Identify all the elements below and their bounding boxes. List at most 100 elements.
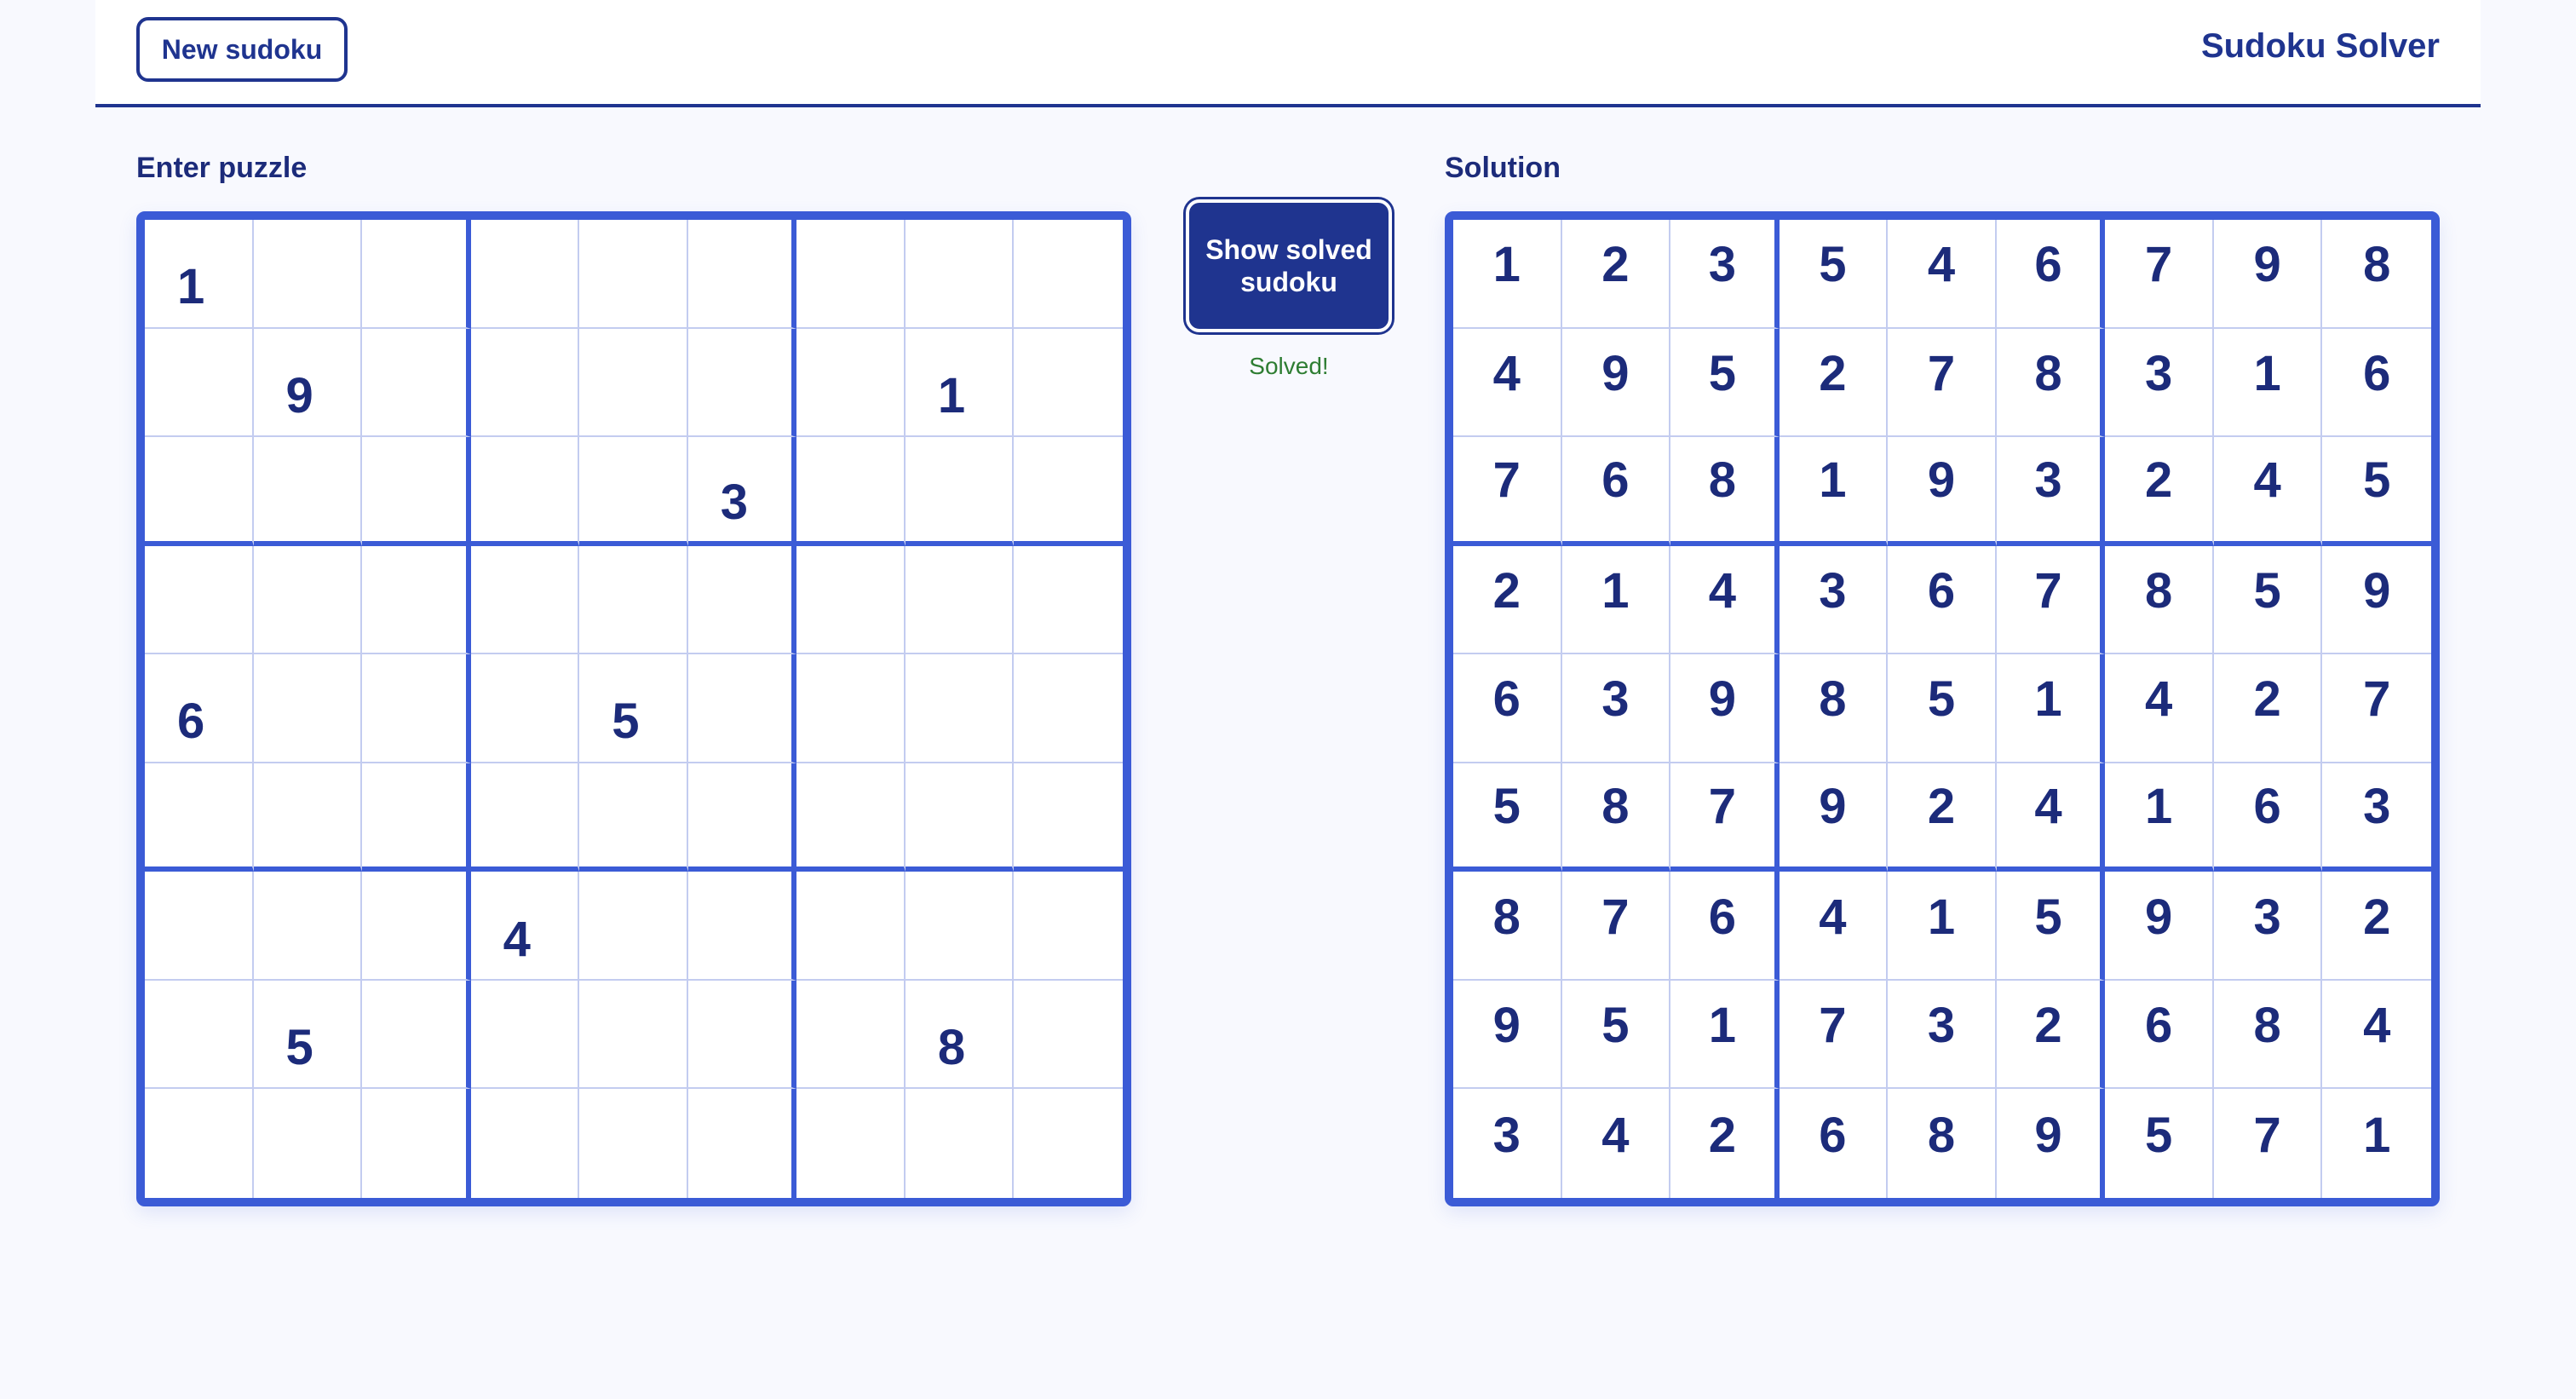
puzzle-cell[interactable]	[145, 980, 254, 1090]
puzzle-cell-input[interactable]	[796, 545, 904, 653]
puzzle-cell[interactable]	[905, 1089, 1015, 1198]
puzzle-cell-input[interactable]	[579, 220, 687, 327]
puzzle-cell-input[interactable]	[145, 328, 252, 436]
puzzle-cell[interactable]	[253, 763, 363, 872]
puzzle-cell[interactable]	[796, 872, 906, 981]
puzzle-cell[interactable]	[905, 437, 1015, 546]
puzzle-cell[interactable]	[579, 437, 688, 546]
puzzle-cell[interactable]	[362, 328, 471, 438]
puzzle-cell-input[interactable]	[687, 980, 792, 1088]
puzzle-cell[interactable]	[796, 328, 906, 438]
puzzle-cell-input[interactable]	[470, 654, 578, 762]
puzzle-cell[interactable]	[1014, 545, 1123, 655]
puzzle-cell[interactable]	[1014, 980, 1123, 1090]
puzzle-cell[interactable]	[145, 654, 254, 763]
puzzle-cell-input[interactable]	[796, 328, 904, 436]
puzzle-cell[interactable]	[905, 980, 1015, 1090]
puzzle-cell-input[interactable]	[905, 1089, 1013, 1198]
puzzle-cell-input[interactable]	[145, 654, 252, 762]
puzzle-cell-input[interactable]	[796, 437, 904, 541]
puzzle-cell-input[interactable]	[905, 980, 1013, 1088]
puzzle-cell[interactable]	[362, 980, 471, 1090]
puzzle-cell-input[interactable]	[687, 654, 792, 762]
puzzle-cell-input[interactable]	[1014, 872, 1123, 979]
puzzle-cell[interactable]	[1014, 437, 1123, 546]
puzzle-cell-input[interactable]	[145, 872, 252, 979]
puzzle-cell[interactable]	[796, 980, 906, 1090]
puzzle-cell[interactable]	[253, 545, 363, 655]
puzzle-cell-input[interactable]	[362, 328, 466, 436]
puzzle-cell-input[interactable]	[687, 437, 792, 541]
puzzle-cell[interactable]	[687, 328, 797, 438]
puzzle-cell[interactable]	[1014, 763, 1123, 872]
puzzle-cell-input[interactable]	[687, 220, 792, 327]
puzzle-cell-input[interactable]	[579, 1089, 687, 1198]
puzzle-cell-input[interactable]	[687, 1089, 792, 1198]
puzzle-cell-input[interactable]	[579, 763, 687, 867]
puzzle-cell-input[interactable]	[905, 545, 1013, 653]
puzzle-cell[interactable]	[687, 545, 797, 655]
puzzle-cell-input[interactable]	[470, 328, 578, 436]
puzzle-cell-input[interactable]	[145, 220, 252, 327]
puzzle-cell-input[interactable]	[253, 328, 361, 436]
puzzle-cell[interactable]	[362, 220, 471, 329]
puzzle-cell-input[interactable]	[362, 980, 466, 1088]
puzzle-cell[interactable]	[579, 980, 688, 1090]
puzzle-cell-input[interactable]	[253, 545, 361, 653]
puzzle-cell[interactable]	[687, 980, 797, 1090]
puzzle-cell[interactable]	[687, 1089, 797, 1198]
puzzle-cell[interactable]	[905, 328, 1015, 438]
puzzle-cell-input[interactable]	[905, 220, 1013, 327]
puzzle-cell-input[interactable]	[470, 545, 578, 653]
puzzle-cell[interactable]	[362, 763, 471, 872]
puzzle-cell[interactable]	[253, 1089, 363, 1198]
puzzle-cell-input[interactable]	[253, 220, 361, 327]
puzzle-cell-input[interactable]	[579, 654, 687, 762]
puzzle-cell-input[interactable]	[796, 1089, 904, 1198]
puzzle-cell[interactable]	[1014, 328, 1123, 438]
puzzle-cell[interactable]	[253, 980, 363, 1090]
puzzle-cell[interactable]	[579, 1089, 688, 1198]
puzzle-cell-input[interactable]	[470, 1089, 578, 1198]
puzzle-cell[interactable]	[253, 654, 363, 763]
puzzle-cell-input[interactable]	[579, 980, 687, 1088]
puzzle-cell[interactable]	[905, 763, 1015, 872]
puzzle-cell-input[interactable]	[145, 763, 252, 867]
puzzle-cell-input[interactable]	[362, 1089, 466, 1198]
puzzle-cell-input[interactable]	[905, 763, 1013, 867]
puzzle-cell-input[interactable]	[905, 872, 1013, 979]
puzzle-cell-input[interactable]	[796, 763, 904, 867]
puzzle-cell-input[interactable]	[253, 1089, 361, 1198]
puzzle-cell[interactable]	[687, 220, 797, 329]
puzzle-cell-input[interactable]	[1014, 654, 1123, 762]
puzzle-cell-input[interactable]	[362, 872, 466, 979]
puzzle-cell-input[interactable]	[687, 872, 792, 979]
puzzle-cell[interactable]	[687, 872, 797, 981]
puzzle-cell[interactable]	[253, 220, 363, 329]
puzzle-cell[interactable]	[145, 1089, 254, 1198]
puzzle-cell[interactable]	[796, 220, 906, 329]
puzzle-cell-input[interactable]	[253, 437, 361, 541]
puzzle-cell-input[interactable]	[796, 872, 904, 979]
puzzle-cell[interactable]	[470, 654, 580, 763]
puzzle-cell[interactable]	[362, 872, 471, 981]
puzzle-cell-input[interactable]	[905, 328, 1013, 436]
puzzle-cell-input[interactable]	[145, 545, 252, 653]
puzzle-cell[interactable]	[253, 872, 363, 981]
puzzle-cell[interactable]	[470, 220, 580, 329]
puzzle-cell[interactable]	[253, 328, 363, 438]
show-solved-sudoku-button[interactable]: Show solved sudoku	[1186, 199, 1392, 332]
puzzle-cell-input[interactable]	[1014, 437, 1123, 541]
puzzle-cell[interactable]	[1014, 654, 1123, 763]
puzzle-cell[interactable]	[470, 872, 580, 981]
puzzle-cell[interactable]	[905, 654, 1015, 763]
puzzle-cell-input[interactable]	[687, 328, 792, 436]
puzzle-cell[interactable]	[470, 763, 580, 872]
puzzle-cell[interactable]	[145, 328, 254, 438]
puzzle-cell-input[interactable]	[579, 872, 687, 979]
puzzle-cell[interactable]	[145, 545, 254, 655]
puzzle-cell-input[interactable]	[579, 437, 687, 541]
puzzle-cell-input[interactable]	[145, 1089, 252, 1198]
puzzle-cell-input[interactable]	[905, 654, 1013, 762]
puzzle-cell-input[interactable]	[362, 654, 466, 762]
